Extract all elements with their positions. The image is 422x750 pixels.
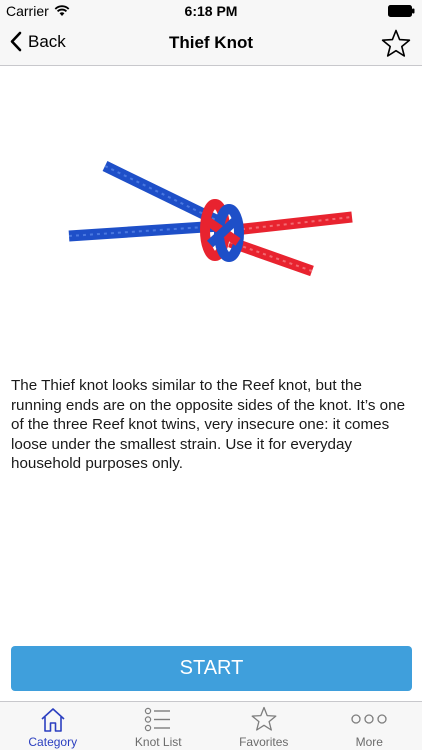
thief-knot-illustration [68,161,353,277]
tab-category-label: Category [28,735,78,749]
knot-description: The Thief knot looks similar to the Reef… [11,377,406,472]
status-time: 6:18 PM [184,3,238,19]
start-button[interactable]: START [11,646,412,691]
tab-bar: Category Knot List Favorites More [0,701,422,750]
navigation-bar: Back Thief Knot [0,22,422,66]
star-icon [251,706,277,731]
tab-more[interactable]: More [317,702,422,750]
status-bar: Carrier 6:18 PM [0,0,422,22]
list-icon [145,707,171,732]
favorite-star-icon[interactable] [380,28,412,60]
tab-category[interactable]: Category [0,702,106,750]
battery-icon [388,5,415,17]
tab-favorites-label: Favorites [239,735,289,749]
tab-favorites[interactable]: Favorites [211,702,317,750]
tab-more-label: More [355,735,383,749]
tab-knot-list-label: Knot List [134,735,182,749]
more-icon [351,714,387,724]
tab-knot-list[interactable]: Knot List [106,702,212,750]
page-title: Thief Knot [168,33,254,52]
house-icon [41,708,65,732]
